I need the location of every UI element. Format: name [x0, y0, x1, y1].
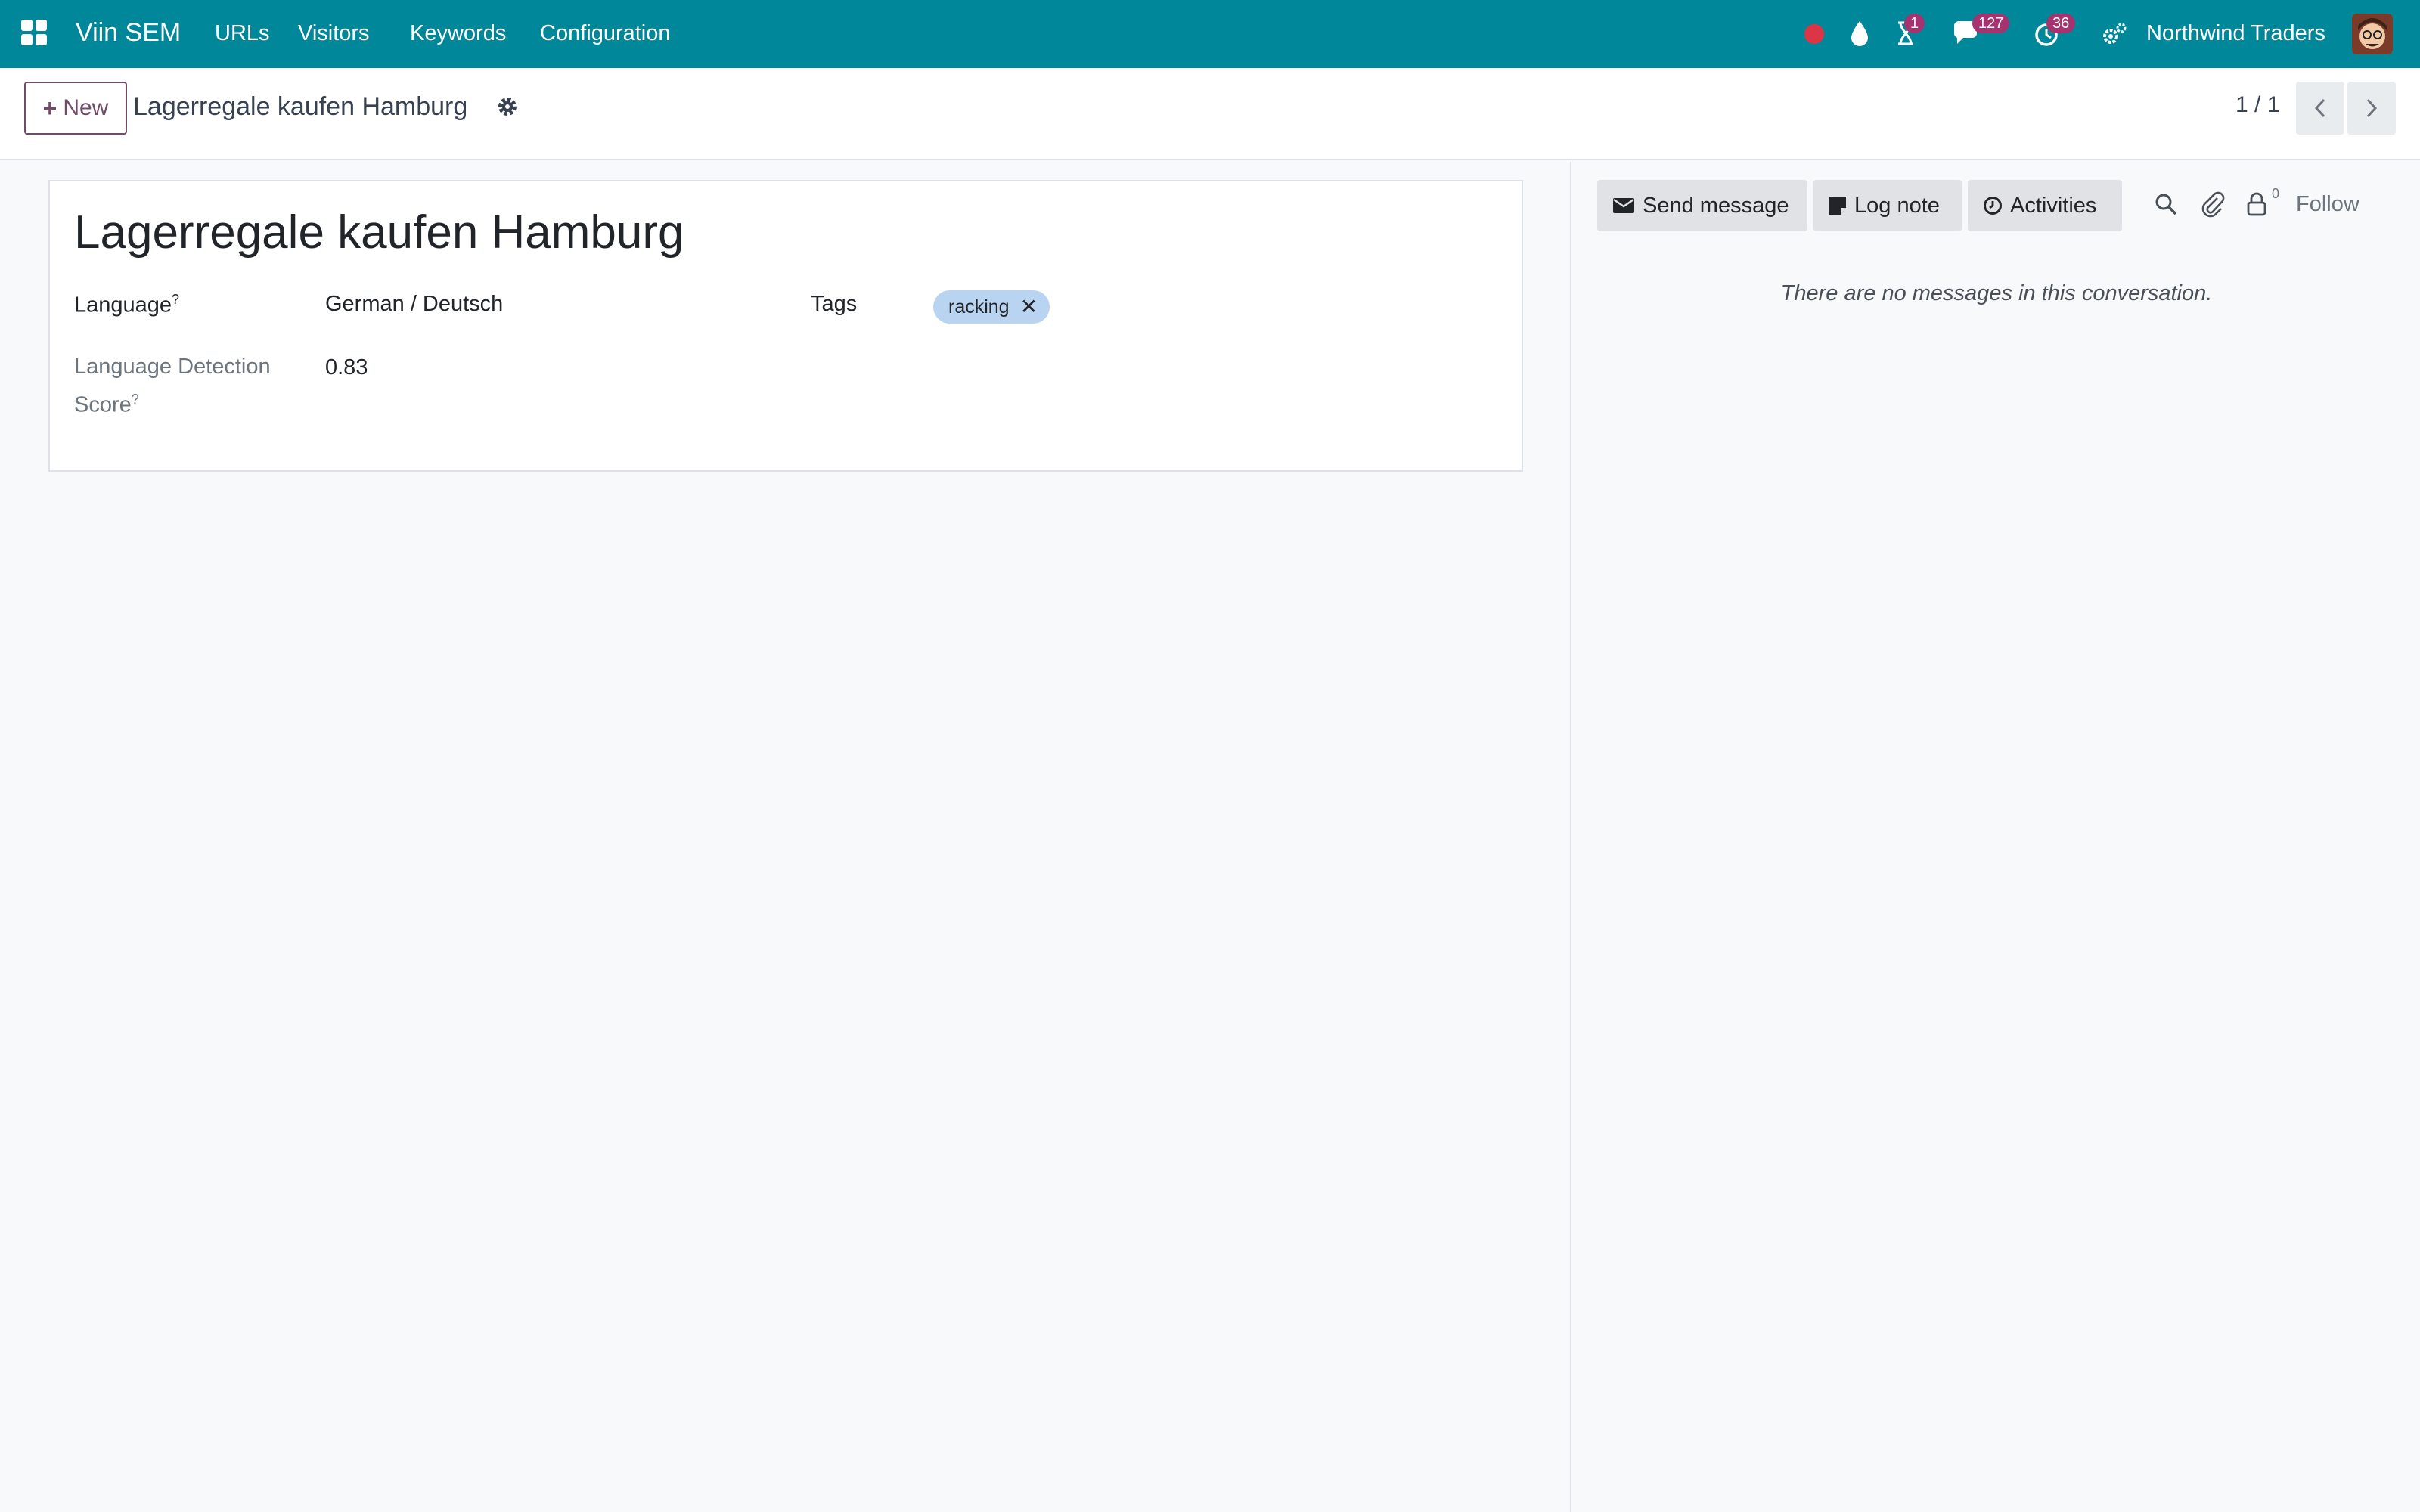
envelope-icon [1613, 198, 1634, 213]
language-detection-score-value: 0.83 [325, 355, 368, 380]
menu-configuration[interactable]: Configuration [540, 21, 671, 46]
chevron-left-icon [2314, 98, 2325, 118]
remove-tag-icon[interactable]: ✕ [1020, 296, 1038, 318]
clock-icon [1984, 197, 2002, 215]
activities-label: Activities [2010, 193, 2097, 218]
menu-urls[interactable]: URLs [215, 21, 270, 46]
chatter-divider [1570, 162, 1571, 1512]
menu-keywords[interactable]: Keywords [410, 21, 506, 46]
apps-menu-icon[interactable] [21, 20, 48, 47]
search-icon[interactable] [2151, 189, 2181, 219]
plus-icon: + [42, 94, 57, 122]
sticky-note-icon [1829, 197, 1846, 215]
follow-button[interactable]: Follow [2296, 192, 2360, 217]
app-brand[interactable]: Viin SEM [76, 18, 181, 48]
follower-count: 0 [2272, 186, 2280, 201]
breadcrumb-record-title: Lagerregale kaufen Hamburg [133, 92, 468, 121]
language-label: Language? [74, 292, 180, 318]
paperclip-icon[interactable] [2198, 189, 2228, 219]
help-tooltip-icon[interactable]: ? [172, 292, 179, 307]
empty-conversation-message: There are no messages in this conversati… [1780, 281, 2213, 305]
record-title[interactable]: Lagerregale kaufen Hamburg [74, 206, 684, 259]
user-avatar[interactable] [2352, 14, 2393, 54]
send-message-label: Send message [1643, 193, 1789, 218]
send-message-button[interactable]: Send message [1597, 180, 1807, 231]
pager-value[interactable]: 1 / 1 [2235, 92, 2279, 118]
language-field[interactable]: German / Deutsch [325, 292, 503, 317]
menu-visitors[interactable]: Visitors [298, 21, 370, 46]
new-button[interactable]: + New [24, 82, 127, 135]
messages-badge: 127 [1972, 14, 2010, 33]
log-note-label: Log note [1854, 193, 1940, 218]
log-note-button[interactable]: Log note [1813, 180, 1962, 231]
drop-icon[interactable] [1848, 18, 1871, 48]
debug-gears-icon[interactable] [2101, 18, 2128, 48]
help-tooltip-icon[interactable]: ? [132, 392, 139, 407]
gear-icon[interactable] [496, 95, 519, 118]
pager-next-button[interactable] [2347, 82, 2396, 135]
hourglass-badge: 1 [1904, 14, 1925, 33]
new-button-label: New [63, 95, 109, 120]
clock-badge: 36 [2046, 14, 2076, 33]
tag-label: racking [948, 296, 1010, 318]
language-detection-score-label: Language Detection Score? [74, 355, 271, 417]
tags-label: Tags [811, 292, 858, 316]
top-navbar: Viin SEM URLs Visitors Keywords Configur… [0, 0, 2420, 68]
tag-racking: racking ✕ [933, 290, 1050, 324]
company-switcher[interactable]: Northwind Traders [2146, 21, 2325, 46]
form-sheet: Lagerregale kaufen Hamburg Language? Ger… [48, 180, 1523, 472]
chevron-right-icon [2366, 98, 2378, 118]
activities-button[interactable]: Activities [1968, 180, 2122, 231]
status-dot-icon[interactable] [1804, 24, 1824, 44]
pager-previous-button[interactable] [2296, 82, 2344, 135]
lock-icon[interactable] [2242, 189, 2272, 219]
control-panel: + New Lagerregale kaufen Hamburg 1 / 1 [0, 68, 2420, 160]
